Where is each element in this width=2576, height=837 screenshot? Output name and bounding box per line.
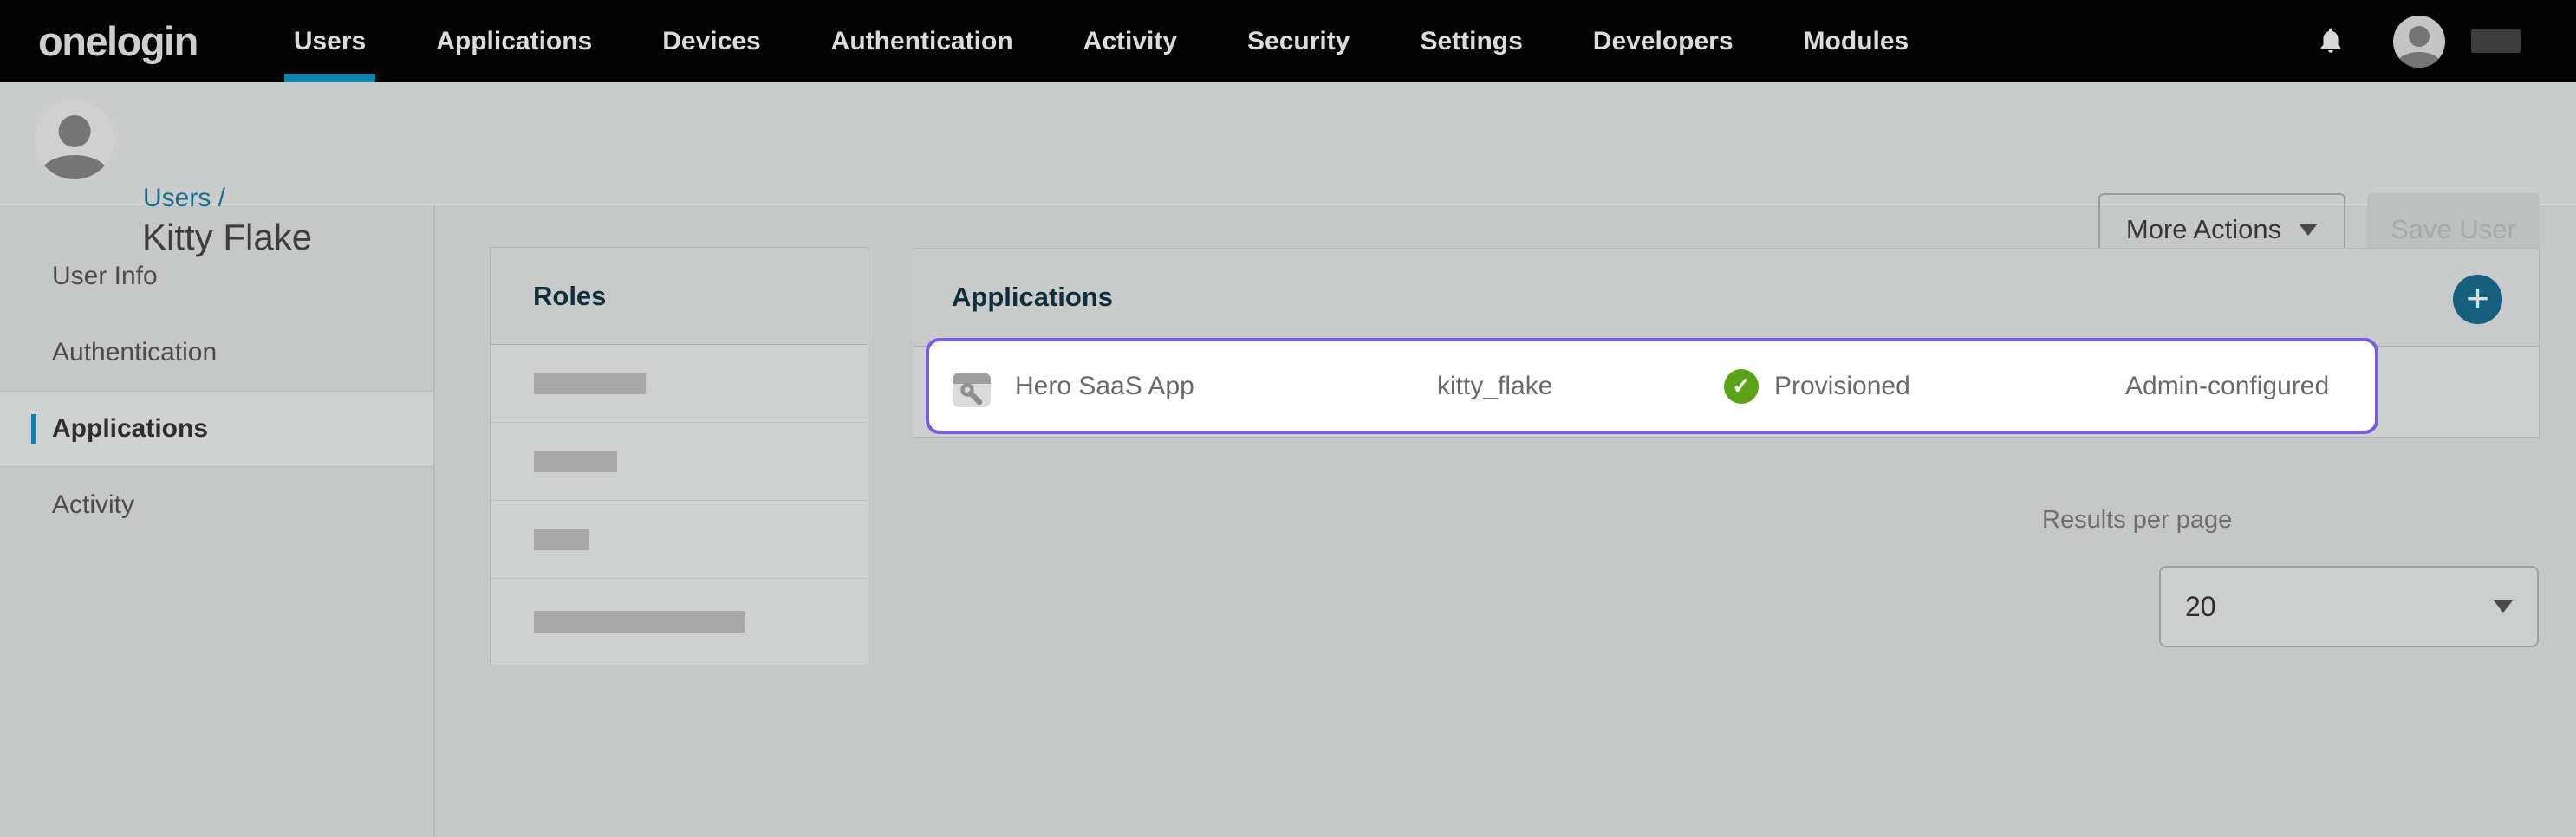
nav-item-authentication[interactable]: Authentication: [822, 0, 1023, 82]
nav-item-security[interactable]: Security: [1238, 0, 1359, 82]
nav-item-settings[interactable]: Settings: [1410, 0, 1532, 82]
sidebar-item-authentication[interactable]: Authentication: [0, 315, 433, 391]
caret-down-icon: [2494, 600, 2513, 613]
sidebar-item-applications[interactable]: Applications: [0, 391, 433, 467]
wrench-app-icon: [953, 373, 991, 407]
application-row-hero-saas-app[interactable]: Hero SaaS App kitty_flake Provisioned Ad…: [926, 338, 2378, 434]
role-row-redacted: [491, 501, 868, 579]
applications-panel-title: Applications: [952, 282, 1113, 313]
onelogin-admin-page: onelogin Users Applications Devices Auth…: [0, 0, 2576, 837]
app-status-label: Provisioned: [1774, 372, 1910, 401]
nav-item-devices[interactable]: Devices: [653, 0, 770, 82]
nav-item-modules[interactable]: Modules: [1794, 0, 1919, 82]
nav-item-activity[interactable]: Activity: [1074, 0, 1187, 82]
user-section-sidebar: User Info Authentication Applications Ac…: [0, 205, 435, 837]
plus-icon: +: [2466, 278, 2489, 318]
results-per-page-value: 20: [2185, 591, 2216, 623]
roles-panel: Roles: [490, 247, 868, 665]
redacted-role-name: [534, 373, 646, 394]
role-row-redacted: [491, 579, 868, 665]
user-page-header: Users / Kitty Flake More Actions Save Us…: [0, 82, 2576, 205]
role-row-redacted: [491, 423, 868, 501]
user-avatar: [35, 100, 114, 179]
app-provisioning-type: Admin-configured: [2125, 372, 2329, 401]
account-avatar[interactable]: [2393, 16, 2445, 68]
redacted-role-name: [534, 611, 745, 633]
sidebar-item-activity[interactable]: Activity: [0, 467, 433, 543]
redacted-role-name: [534, 529, 589, 550]
results-per-page-label: Results per page: [2042, 506, 2232, 535]
add-application-button[interactable]: +: [2453, 275, 2502, 324]
nav-item-users[interactable]: Users: [284, 0, 375, 82]
nav-item-developers[interactable]: Developers: [1584, 0, 1743, 82]
app-name: Hero SaaS App: [1015, 372, 1194, 401]
caret-down-icon: [2299, 224, 2318, 236]
sidebar-item-user-info[interactable]: User Info: [0, 238, 433, 315]
onelogin-logo[interactable]: onelogin: [38, 17, 198, 65]
top-nav: onelogin Users Applications Devices Auth…: [0, 0, 2576, 82]
check-icon: [1724, 369, 1759, 404]
applications-panel: Applications + Hero SaaS App kitty_flake…: [914, 248, 2540, 438]
sidebar-item-label: Applications: [52, 414, 208, 444]
active-item-marker: [31, 414, 36, 444]
applications-panel-header: Applications: [914, 249, 2539, 346]
nav-right-group: [2317, 16, 2576, 68]
app-login-name: kitty_flake: [1437, 372, 1552, 401]
account-name-redacted[interactable]: [2471, 29, 2521, 53]
nav-item-applications[interactable]: Applications: [426, 0, 602, 82]
role-row-redacted: [491, 345, 868, 423]
results-per-page-select[interactable]: 20: [2159, 566, 2539, 647]
more-actions-label: More Actions: [2126, 214, 2281, 245]
roles-panel-title: Roles: [491, 248, 868, 345]
bell-icon[interactable]: [2317, 26, 2345, 57]
app-status: Provisioned: [1724, 369, 1910, 404]
redacted-role-name: [534, 451, 617, 472]
primary-nav: Users Applications Devices Authenticatio…: [284, 0, 1969, 82]
